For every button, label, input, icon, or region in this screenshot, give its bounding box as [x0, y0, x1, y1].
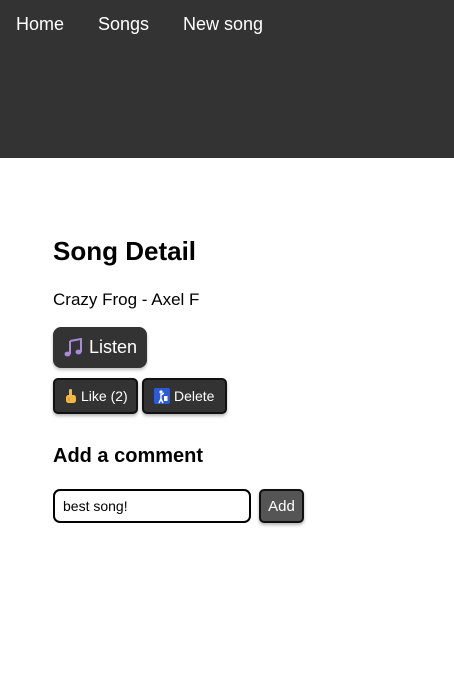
add-comment-heading: Add a comment: [53, 445, 204, 467]
nav-songs-link[interactable]: Songs: [98, 13, 149, 35]
trash-icon: [154, 388, 170, 404]
listen-button[interactable]: Listen: [53, 327, 147, 368]
comment-input[interactable]: [53, 489, 251, 523]
delete-button[interactable]: Delete: [142, 378, 227, 414]
song-name: Crazy Frog - Axel F: [53, 290, 200, 309]
top-nav-bar: Home Songs New song: [0, 0, 454, 158]
like-button-label: Like (2): [81, 388, 128, 404]
listen-button-label: Listen: [89, 337, 138, 357]
pointing-hand-icon: [65, 388, 77, 404]
add-comment-button[interactable]: Add: [259, 489, 304, 523]
music-notes-icon: [63, 337, 83, 358]
delete-button-label: Delete: [174, 388, 215, 404]
nav-new-song-link[interactable]: New song: [183, 13, 263, 35]
nav-home-link[interactable]: Home: [16, 13, 64, 35]
page-title: Song Detail: [53, 236, 197, 266]
like-button[interactable]: Like (2): [53, 378, 138, 414]
